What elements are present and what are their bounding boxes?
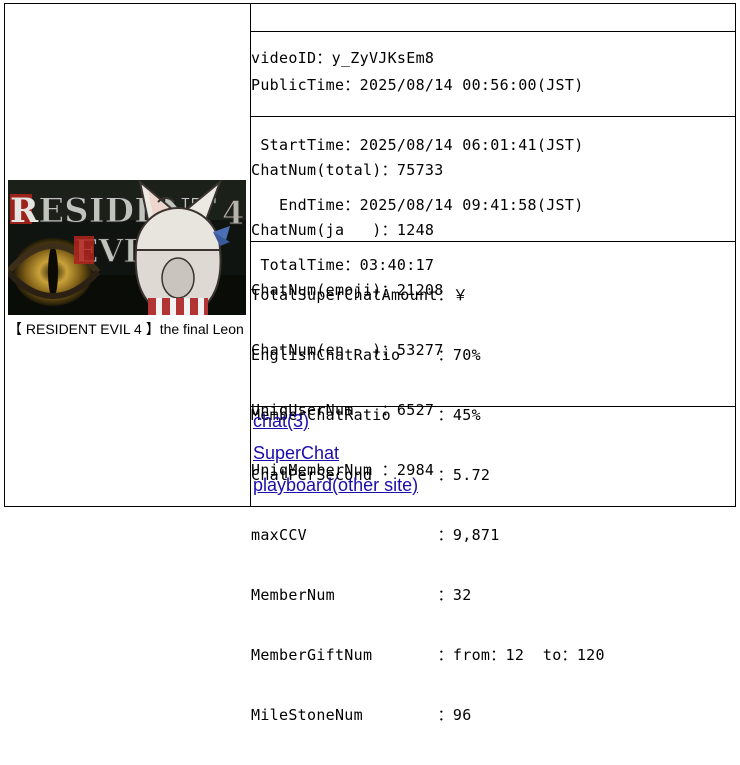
public-time-row: PublicTime：2025/08/14 00:56:00(JST) <box>251 76 584 94</box>
video-thumbnail[interactable]: RESIDENT R EVIL 4 <box>8 180 246 315</box>
chat-link[interactable]: chat(3) <box>253 411 309 432</box>
svg-text:R: R <box>10 191 39 231</box>
milestone-row: MileStoneNum ：96 <box>251 706 472 724</box>
member-ratio-row: MemberChatRatio ：45% <box>251 406 481 424</box>
member-num-row: MemberNum ：32 <box>251 586 472 604</box>
chat-total-row: ChatNum(total)：75733 <box>251 161 444 179</box>
divider <box>251 116 735 117</box>
video-cell: RESIDENT R EVIL 4 【 RESIDENT EVIL 4 】the… <box>5 4 251 506</box>
thumbnail-image: RESIDENT R EVIL 4 <box>8 180 246 315</box>
stats-cell: videoID：y_ZyVJKsEm8 PublicTime：2025/08/1… <box>251 4 735 724</box>
divider <box>251 31 735 32</box>
chat-ja-row: ChatNum(ja )：1248 <box>251 221 435 239</box>
superchat-section: TotalSuperChatAmount：￥ EnglishChatRatio … <box>251 245 735 765</box>
superchat-link[interactable]: SuperChat <box>253 443 339 464</box>
english-ratio-row: EnglishChatRatio ：70% <box>251 346 481 364</box>
playboard-link[interactable]: playboard(other site) <box>253 475 418 496</box>
video-title[interactable]: 【 RESIDENT EVIL 4 】the final Leon <box>8 317 248 342</box>
member-gift-row: MemberGiftNum ：from：12 to：120 <box>251 646 605 664</box>
total-superchat-row: TotalSuperChatAmount：￥ <box>251 286 469 304</box>
divider <box>251 406 735 407</box>
stream-summary-table: RESIDENT R EVIL 4 【 RESIDENT EVIL 4 】the… <box>4 3 736 724</box>
divider <box>251 241 735 242</box>
thumbnail-number: 4 <box>222 194 244 232</box>
max-ccv-row: maxCCV ：9,871 <box>251 526 500 544</box>
